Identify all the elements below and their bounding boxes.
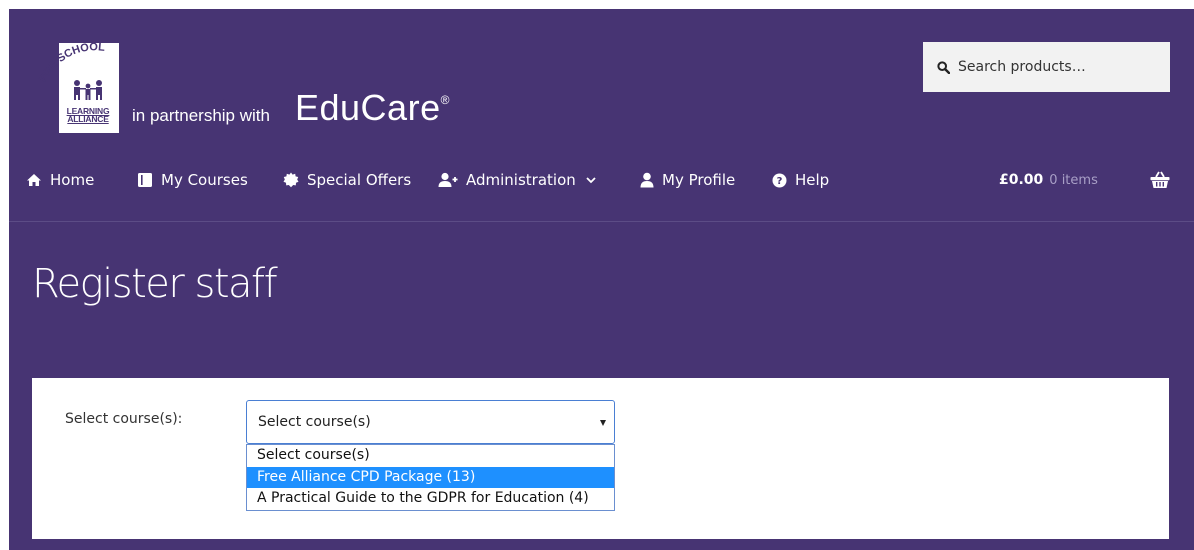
course-dropdown-list: Select course(s) Free Alliance CPD Packa… (246, 444, 615, 511)
course-select-value: Select course(s) (258, 414, 371, 430)
nav-item-help[interactable]: ? Help (772, 171, 829, 189)
nav-label-my-courses: My Courses (161, 171, 248, 189)
user-icon (640, 172, 654, 188)
search-input[interactable]: Search products… (958, 59, 1086, 75)
logo-arc-label: PRE SCHOOL (37, 41, 105, 84)
course-select-label: Select course(s): (65, 411, 183, 427)
help-icon: ? (772, 173, 787, 187)
course-select[interactable]: Select course(s) (246, 400, 615, 444)
app-frame: PRE SCHOOL LEARNING ALLIANCE in partners… (9, 9, 1194, 550)
logo-alliance-text: ALLIANCE (67, 114, 109, 124)
header-divider (9, 221, 1194, 222)
nav-item-administration[interactable]: Administration (438, 171, 596, 189)
nav-label-my-profile: My Profile (662, 171, 736, 189)
basket-icon[interactable] (1150, 171, 1170, 189)
nav-item-home[interactable]: Home (26, 171, 94, 189)
svg-text:?: ? (777, 176, 783, 187)
course-option-highlighted[interactable]: Free Alliance CPD Package (13) (247, 466, 614, 488)
family-figures-icon (74, 80, 102, 100)
nav-label-administration: Administration (466, 171, 576, 189)
nav-label-home: Home (50, 171, 95, 189)
main-nav: Home My Courses Special Offers Administr… (9, 159, 1194, 204)
educare-wordmark: EduCare® (295, 87, 450, 129)
caret-down-icon (600, 420, 606, 426)
cart-total: £0.00 (999, 172, 1044, 188)
page-title: Register staff (32, 261, 278, 307)
badge-icon (283, 172, 299, 188)
nav-label-help: Help (795, 171, 830, 189)
site-logo[interactable]: PRE SCHOOL LEARNING ALLIANCE in partners… (29, 37, 479, 137)
nav-label-special-offers: Special Offers (307, 171, 412, 189)
chevron-down-icon[interactable] (586, 176, 596, 184)
nav-item-special-offers[interactable]: Special Offers (283, 171, 411, 189)
educare-text: EduCare (295, 87, 441, 128)
search-field[interactable]: Search products… (923, 42, 1170, 92)
course-option[interactable]: A Practical Guide to the GDPR for Educat… (247, 488, 614, 510)
content-panel: Select course(s): Select course(s) Selec… (32, 378, 1169, 539)
partner-text: in partnership with (132, 106, 270, 125)
logo-subtext: LEARNING ALLIANCE (60, 107, 116, 124)
registered-mark: ® (440, 93, 450, 107)
course-option[interactable]: Select course(s) (247, 445, 614, 467)
home-icon (27, 174, 41, 186)
cart-summary[interactable]: £0.00 0 items (999, 172, 1098, 188)
nav-item-my-courses[interactable]: My Courses (137, 171, 248, 189)
nav-item-my-profile[interactable]: My Profile (640, 171, 735, 189)
svg-text:PRE SCHOOL: PRE SCHOOL (37, 41, 105, 84)
book-icon (138, 173, 152, 187)
search-icon (937, 60, 950, 74)
cart-count: 0 items (1049, 173, 1098, 188)
user-plus-icon (438, 172, 458, 187)
